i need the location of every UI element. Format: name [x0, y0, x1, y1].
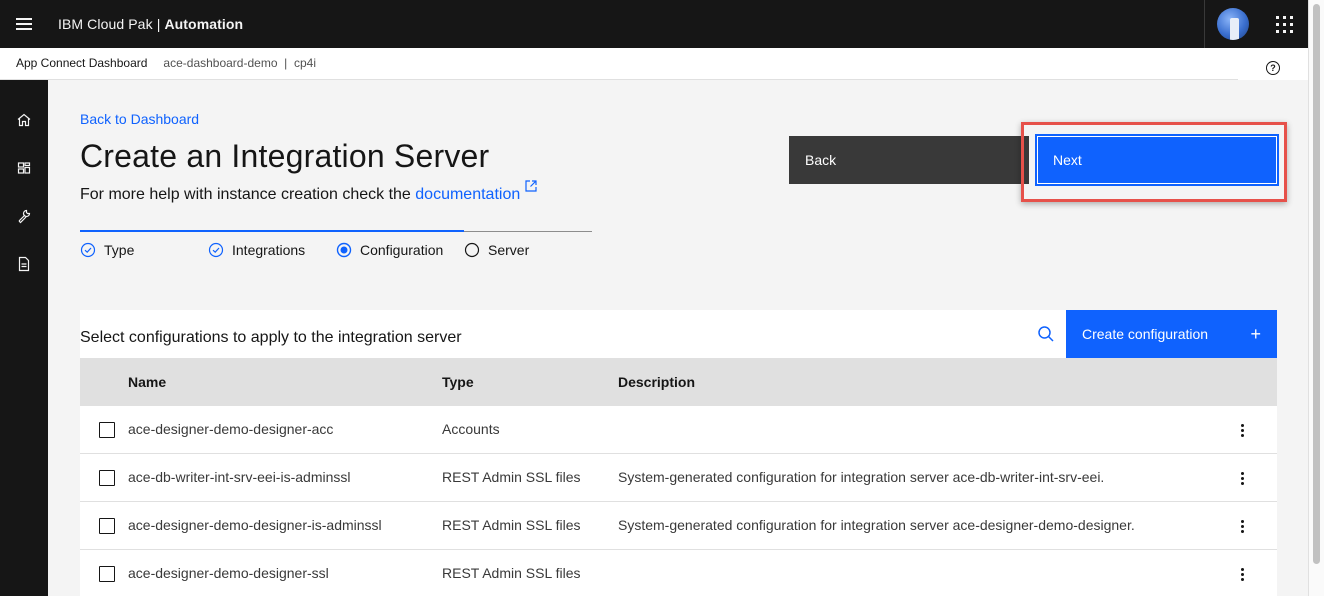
column-header-name[interactable]: Name: [128, 374, 166, 390]
row-checkbox[interactable]: [99, 422, 115, 438]
current-step-icon: [336, 242, 352, 258]
overflow-menu-icon[interactable]: [1230, 466, 1254, 490]
home-icon[interactable]: [0, 96, 48, 144]
breadcrumb-namespace: cp4i: [293, 56, 316, 70]
breadcrumb-divider: |: [284, 56, 288, 70]
row-type: REST Admin SSL files: [442, 565, 581, 581]
dashboard-icon[interactable]: [0, 144, 48, 192]
add-icon: +: [1250, 324, 1261, 344]
page-scrollbar[interactable]: [1308, 0, 1324, 596]
table-row[interactable]: ace-db-writer-int-srv-eei-is-adminssl RE…: [80, 454, 1277, 502]
row-name: ace-db-writer-int-srv-eei-is-adminssl: [128, 469, 351, 485]
row-type: REST Admin SSL files: [442, 469, 581, 485]
row-checkbox[interactable]: [99, 566, 115, 582]
row-checkbox[interactable]: [99, 518, 115, 534]
row-description: System-generated configuration for integ…: [618, 469, 1105, 485]
document-icon[interactable]: [0, 240, 48, 288]
row-name: ace-designer-demo-designer-ssl: [128, 565, 329, 581]
column-header-type[interactable]: Type: [442, 374, 474, 390]
help-text-prefix: For more help with instance creation che…: [80, 186, 416, 203]
create-configuration-label: Create configuration: [1082, 326, 1209, 342]
help-icon[interactable]: ?: [1266, 61, 1280, 75]
page-title: Create an Integration Server: [80, 138, 490, 174]
incomplete-step-icon: [464, 242, 480, 258]
checkmark-outline-icon: [80, 242, 96, 258]
row-type: REST Admin SSL files: [442, 517, 581, 533]
row-description: System-generated configuration for integ…: [618, 517, 1135, 533]
app-switcher-icon[interactable]: [1260, 0, 1308, 48]
configurations-table: Name Type Description ace-designer-demo-…: [80, 358, 1277, 596]
overflow-menu-icon[interactable]: [1230, 418, 1254, 442]
column-header-description[interactable]: Description: [618, 374, 695, 390]
brand-separator: |: [156, 16, 161, 32]
progress-track-complete: [80, 230, 464, 232]
step-type[interactable]: Type: [80, 242, 134, 258]
step-configuration[interactable]: Configuration: [336, 242, 443, 258]
avatar: [1216, 8, 1249, 40]
progress-indicator: Type Integrations Configuration Server: [80, 230, 592, 261]
search-icon[interactable]: [1022, 310, 1070, 358]
top-header: IBM Cloud Pak | Automation: [0, 0, 1308, 48]
tools-icon[interactable]: [0, 192, 48, 240]
user-avatar-button[interactable]: [1204, 0, 1260, 48]
step-label: Server: [488, 242, 530, 258]
checkmark-outline-icon: [208, 242, 224, 258]
row-name: ace-designer-demo-designer-acc: [128, 421, 334, 437]
row-type: Accounts: [442, 421, 500, 437]
table-row[interactable]: ace-designer-demo-designer-is-adminssl R…: [80, 502, 1277, 550]
step-label: Type: [104, 242, 135, 258]
external-link-icon[interactable]: [524, 179, 538, 198]
back-to-dashboard-link[interactable]: Back to Dashboard: [80, 111, 199, 127]
overflow-menu-icon[interactable]: [1230, 514, 1254, 538]
table-row[interactable]: ace-designer-demo-designer-ssl REST Admi…: [80, 550, 1277, 596]
row-name: ace-designer-demo-designer-is-adminssl: [128, 517, 382, 533]
overflow-menu-icon[interactable]: [1230, 562, 1254, 586]
scrollbar-thumb[interactable]: [1313, 4, 1320, 564]
step-server[interactable]: Server: [464, 242, 529, 258]
step-label: Configuration: [360, 242, 444, 258]
step-integrations[interactable]: Integrations: [208, 242, 305, 258]
back-button[interactable]: Back: [789, 136, 1029, 184]
breadcrumb-instance-name: ace-dashboard-demo: [163, 56, 278, 70]
breadcrumb: App Connect Dashboard ace-dashboard-demo…: [16, 56, 316, 70]
breadcrumb-instance: ace-dashboard-demo | cp4i: [163, 56, 316, 70]
brand-title[interactable]: IBM Cloud Pak | Automation: [58, 16, 243, 32]
row-checkbox[interactable]: [99, 470, 115, 486]
table-toolbar: Select configurations to apply to the in…: [80, 310, 1277, 358]
product-name: Automation: [164, 16, 244, 32]
breadcrumb-divider-line: [0, 79, 1238, 80]
breadcrumb-app[interactable]: App Connect Dashboard: [16, 56, 147, 70]
step-label: Integrations: [232, 242, 306, 258]
next-button[interactable]: Next: [1035, 134, 1279, 186]
help-text: For more help with instance creation che…: [80, 179, 538, 204]
table-title: Select configurations to apply to the in…: [80, 329, 462, 346]
side-nav: [0, 80, 48, 596]
menu-icon[interactable]: [0, 0, 48, 48]
table-header: Name Type Description: [80, 358, 1277, 406]
table-row[interactable]: ace-designer-demo-designer-acc Accounts: [80, 406, 1277, 454]
create-configuration-button[interactable]: Create configuration +: [1066, 310, 1277, 358]
documentation-link[interactable]: documentation: [415, 186, 520, 203]
breadcrumb-bar: App Connect Dashboard ace-dashboard-demo…: [0, 48, 1308, 80]
brand-name: IBM Cloud Pak: [58, 16, 153, 32]
